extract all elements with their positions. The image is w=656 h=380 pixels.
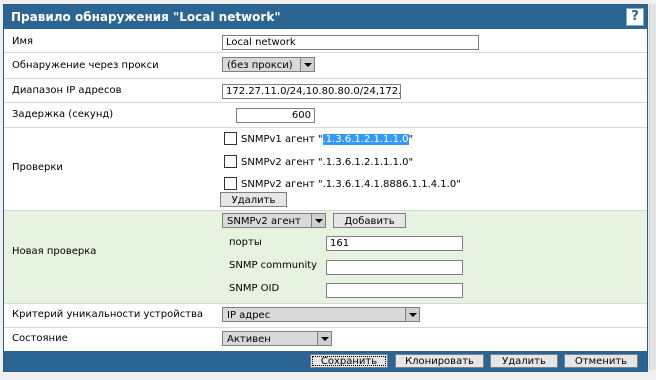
ip-range-row: Диапазон IP адресов 172.27.11.0/24,10.80… bbox=[4, 79, 647, 103]
page-scrollbar[interactable] bbox=[649, 4, 656, 370]
help-icon[interactable]: ? bbox=[626, 8, 644, 26]
status-label: Состояние bbox=[12, 333, 68, 344]
snmp-oid-label: SNMP OID bbox=[229, 283, 280, 294]
ip-range-label: Диапазон IP адресов bbox=[12, 85, 122, 96]
discovery-rule-form: Правило обнаружения "Local network" ? Им… bbox=[3, 4, 648, 372]
ip-range-input[interactable]: 172.27.11.0/24,10.80.80.0/24,172.27 bbox=[222, 84, 401, 99]
check-item-label: SNMPv2 агент ".1.3.6.1.4.1.8886.1.1.4.1.… bbox=[241, 179, 461, 190]
check-item-label: SNMPv2 агент ".1.3.6.1.2.1.1.1.0" bbox=[241, 157, 414, 168]
check-type-select[interactable]: SNMPv2 агент bbox=[222, 213, 326, 228]
check-item-checkbox[interactable] bbox=[224, 132, 237, 145]
snmp-oid-input[interactable] bbox=[326, 283, 463, 298]
new-check-row: Новая проверка SNMPv2 агент Добавить пор… bbox=[4, 211, 647, 304]
status-select-value: Активен bbox=[227, 334, 271, 345]
proxy-select-value: (без прокси) bbox=[227, 60, 293, 71]
chevron-down-icon bbox=[300, 58, 314, 71]
name-row: Имя Local network bbox=[4, 30, 647, 53]
delete-checks-button[interactable]: Удалить bbox=[220, 192, 287, 207]
proxy-label: Обнаружение через прокси bbox=[12, 60, 159, 71]
chevron-down-icon bbox=[405, 308, 419, 321]
delay-label: Задержка (секунд) bbox=[12, 109, 114, 120]
check-item-label: SNMPv1 агент ".1.3.6.1.2.1.1.1.0" bbox=[241, 134, 414, 145]
save-button[interactable]: Сохранить bbox=[310, 354, 388, 368]
status-select[interactable]: Активен bbox=[222, 331, 332, 346]
snmp-community-label: SNMP community bbox=[229, 260, 318, 271]
add-check-button[interactable]: Добавить bbox=[333, 213, 406, 228]
status-row: Состояние Активен bbox=[4, 328, 647, 350]
uniqueness-select[interactable]: IP адрес bbox=[222, 307, 420, 322]
selected-oid-text: .1.3.6.1.2.1.1.1.0 bbox=[322, 134, 409, 145]
ports-input[interactable]: 161 bbox=[326, 236, 463, 251]
delay-input[interactable]: 600 bbox=[236, 108, 315, 123]
chevron-down-icon bbox=[311, 214, 325, 227]
proxy-row: Обнаружение через прокси (без прокси) bbox=[4, 53, 647, 79]
checks-label: Проверки bbox=[12, 162, 63, 173]
uniqueness-label: Критерий уникальности устройства bbox=[12, 309, 204, 320]
check-item-checkbox[interactable] bbox=[224, 155, 237, 168]
clone-button[interactable]: Клонировать bbox=[395, 354, 484, 368]
check-item-checkbox[interactable] bbox=[224, 177, 237, 190]
form-title-bar: Правило обнаружения "Local network" ? bbox=[4, 5, 647, 29]
form-title: Правило обнаружения "Local network" bbox=[11, 10, 281, 24]
uniqueness-row: Критерий уникальности устройства IP адре… bbox=[4, 304, 647, 328]
snmp-community-input[interactable] bbox=[326, 260, 463, 275]
uniqueness-select-value: IP адрес bbox=[227, 310, 271, 321]
checks-row: Проверки SNMPv1 агент ".1.3.6.1.2.1.1.1.… bbox=[4, 128, 647, 211]
delete-button[interactable]: Удалить bbox=[490, 354, 558, 368]
form-footer: Сохранить Клонировать Удалить Отменить bbox=[4, 351, 647, 371]
ports-label: порты bbox=[229, 237, 262, 248]
chevron-down-icon bbox=[317, 332, 331, 345]
name-label: Имя bbox=[12, 36, 34, 47]
proxy-select[interactable]: (без прокси) bbox=[222, 57, 315, 72]
new-check-label: Новая проверка bbox=[12, 246, 97, 257]
delay-row: Задержка (секунд) 600 bbox=[4, 103, 647, 128]
check-type-value: SNMPv2 агент bbox=[227, 216, 301, 227]
cancel-button[interactable]: Отменить bbox=[564, 354, 638, 368]
name-input[interactable]: Local network bbox=[222, 35, 479, 50]
